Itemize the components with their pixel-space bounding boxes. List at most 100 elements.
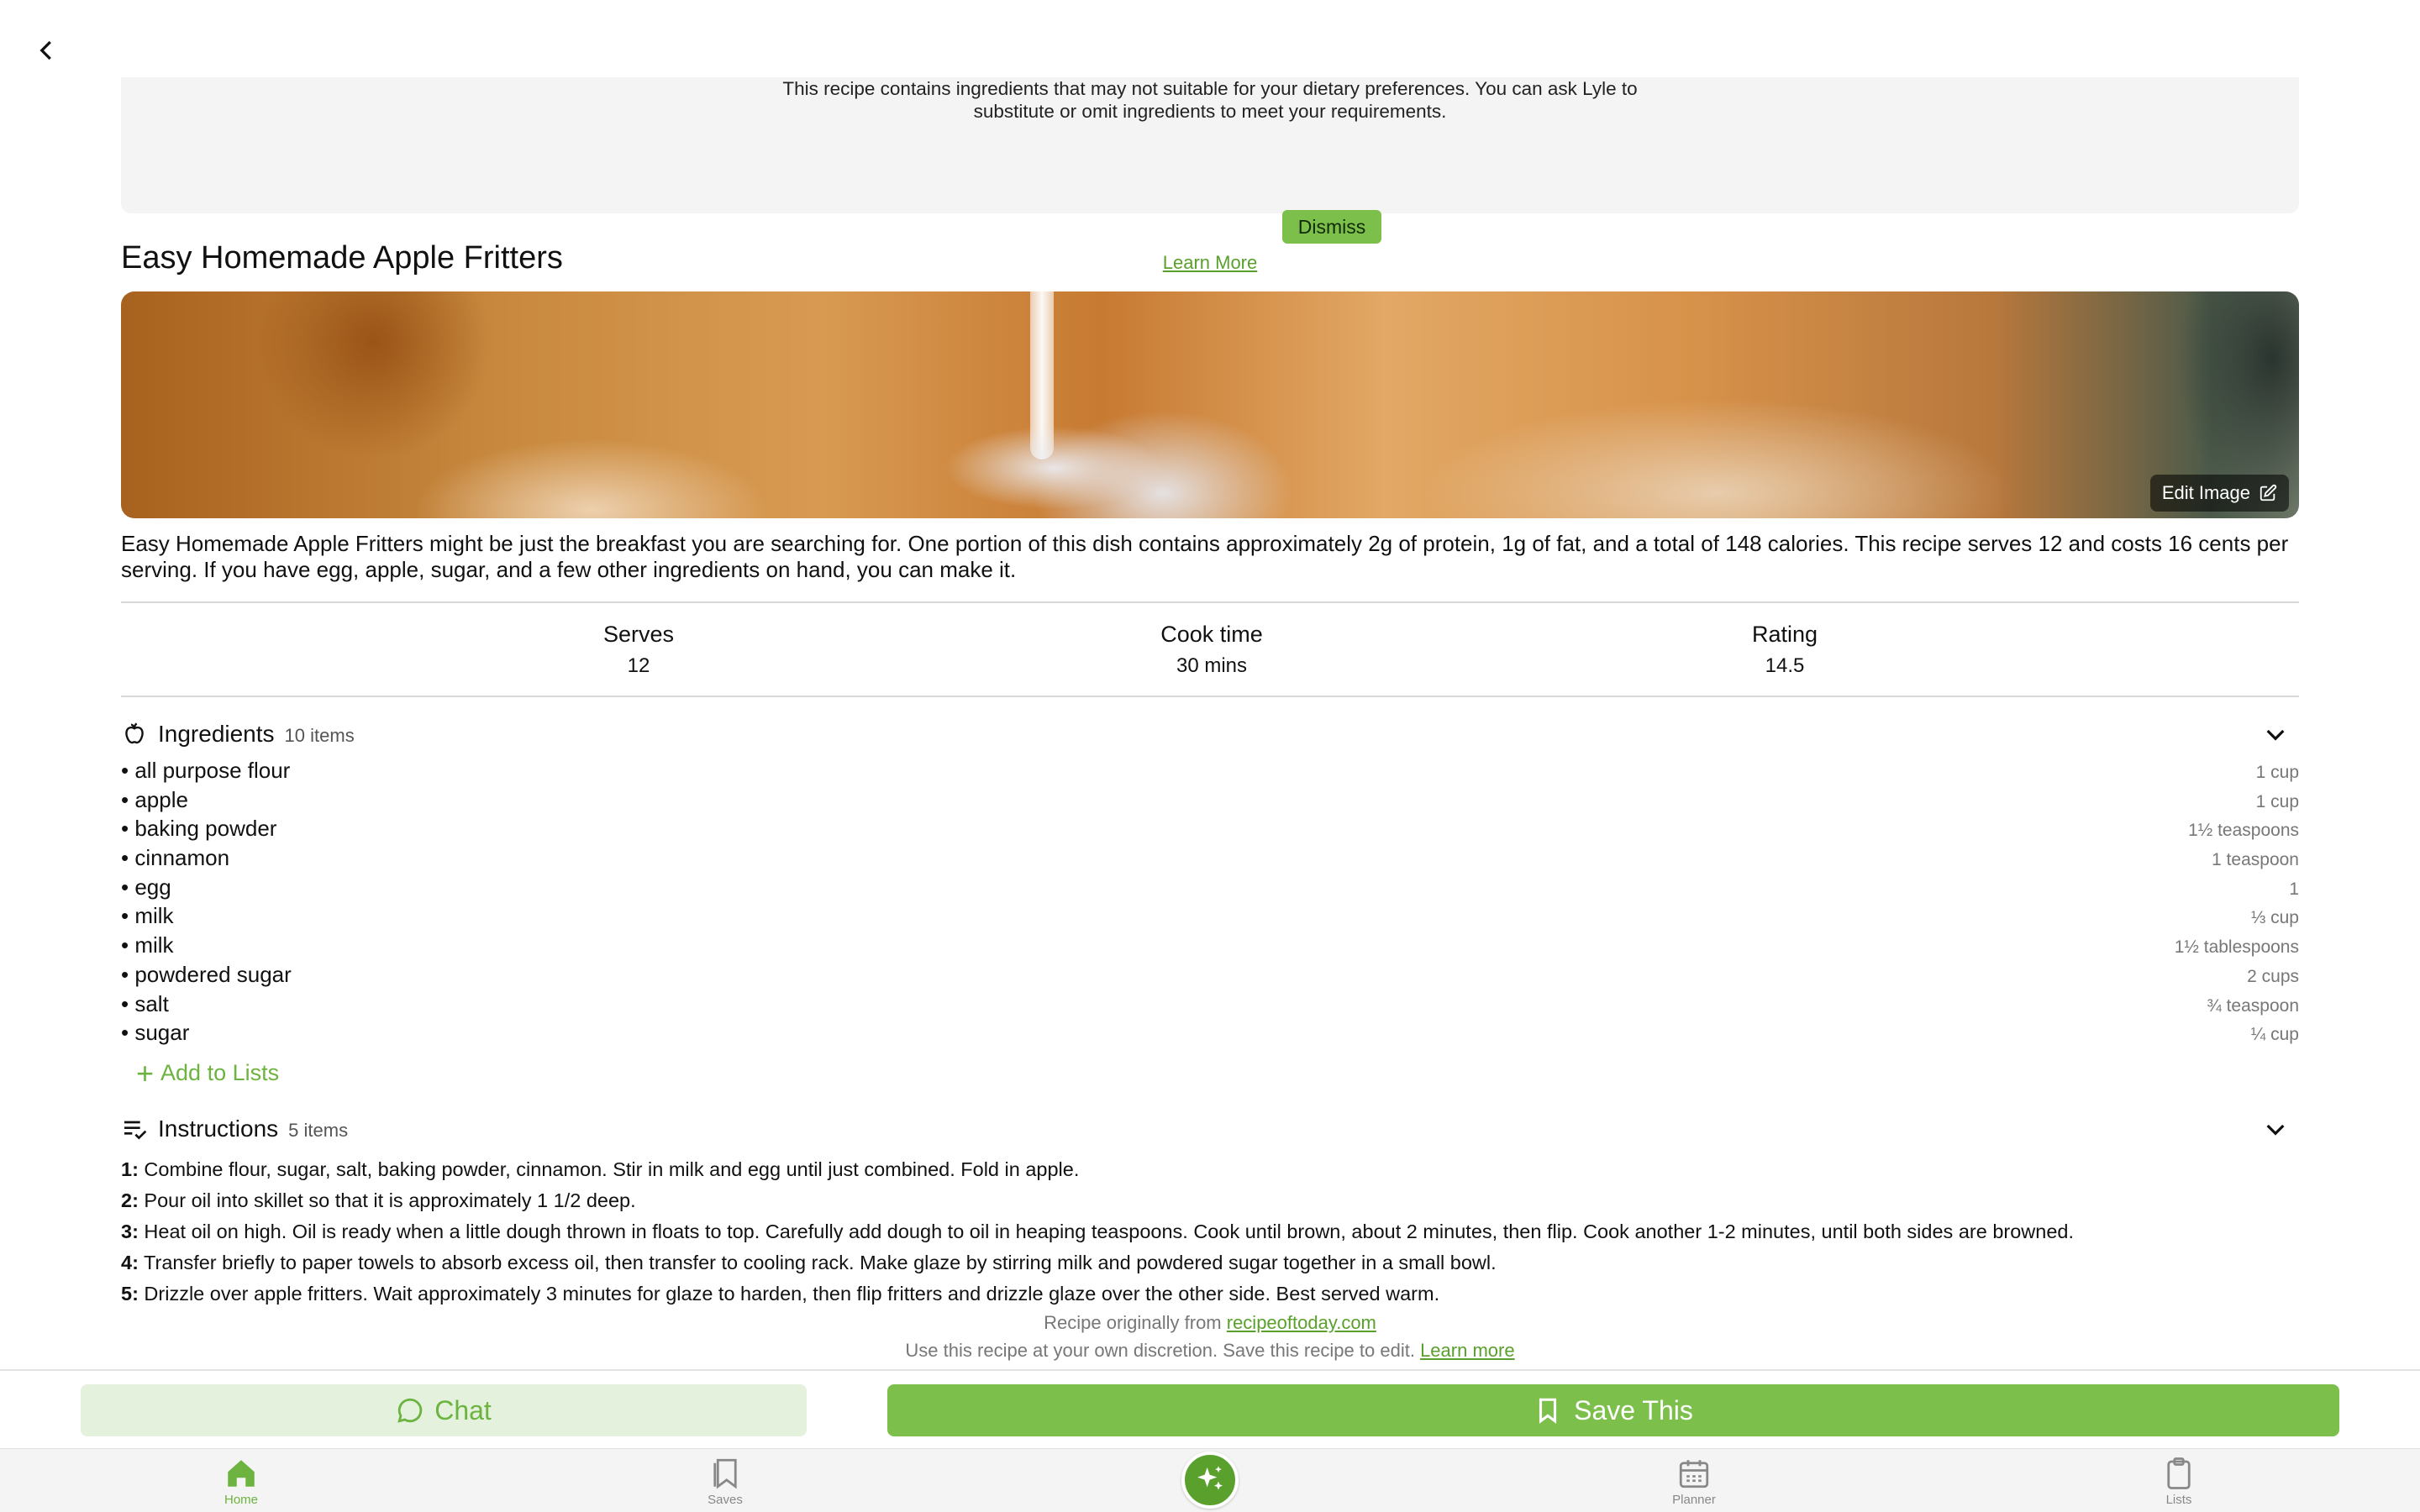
recipe-source-link[interactable]: recipeoftoday.com xyxy=(1227,1312,1376,1333)
instruction-step: 2: Pour oil into skillet so that it is a… xyxy=(121,1185,2299,1216)
ingredients-title: Ingredients xyxy=(158,721,275,747)
recipe-disclaimer: Use this recipe at your own discretion. … xyxy=(0,1340,2420,1362)
ingredient-quantity: 1 cup xyxy=(2255,763,2299,782)
list-item: salt ¾ teaspoon xyxy=(121,990,2299,1019)
tab-lists[interactable]: Lists xyxy=(2112,1456,2246,1507)
ingredient-quantity: 1 xyxy=(2289,879,2299,899)
calendar-icon xyxy=(1679,1460,1709,1488)
ingredient-name: egg xyxy=(121,874,171,900)
stat-cook-time: Cook time 30 mins xyxy=(1086,622,1338,678)
ingredient-quantity: 1½ teaspoons xyxy=(2188,821,2299,841)
ingredients-list: all purpose flour 1 cup apple 1 cup baking… xyxy=(121,756,2299,1047)
list-item: sugar ¼ cup xyxy=(121,1018,2299,1047)
step-number: 3: xyxy=(121,1221,139,1242)
step-number: 4: xyxy=(121,1252,139,1273)
save-this-button[interactable]: Save This xyxy=(887,1384,2339,1436)
recipe-source-prefix: Recipe originally from xyxy=(1044,1312,1227,1333)
step-text: Drizzle over apple fritters. Wait approx… xyxy=(138,1283,1440,1305)
list-item: baking powder 1½ teaspoons xyxy=(121,814,2299,843)
tab-planner-label: Planner xyxy=(1672,1493,1716,1507)
sparkles-icon xyxy=(1197,1466,1223,1490)
instruction-step: 1: Combine flour, sugar, salt, baking po… xyxy=(121,1154,2299,1185)
ingredient-name: sugar xyxy=(121,1020,189,1046)
divider xyxy=(121,696,2299,697)
chat-button[interactable]: Chat xyxy=(81,1384,807,1436)
recipe-hero-image: Edit Image xyxy=(121,291,2299,518)
step-number: 5: xyxy=(121,1283,139,1305)
ingredient-quantity: ⅓ cup xyxy=(2250,908,2299,928)
instruction-step: 4: Transfer briefly to paper towels to a… xyxy=(121,1247,2299,1278)
ingredient-quantity: 1 cup xyxy=(2255,791,2299,811)
checklist-icon xyxy=(124,1121,147,1140)
clipboard-icon xyxy=(2167,1457,2191,1489)
recipe-description: Easy Homemade Apple Fritters might be ju… xyxy=(121,531,2289,582)
home-icon xyxy=(228,1460,255,1487)
stat-rating-value: 14.5 xyxy=(1765,654,1805,677)
ingredient-name: powdered sugar xyxy=(121,962,291,988)
ingredient-name: salt xyxy=(121,991,168,1017)
tab-saves-label: Saves xyxy=(708,1493,743,1507)
tab-lists-label: Lists xyxy=(2165,1493,2192,1507)
step-number: 1: xyxy=(121,1158,139,1180)
plus-icon: + xyxy=(136,1055,155,1090)
step-number: 2: xyxy=(121,1189,139,1211)
stat-serves: Serves 12 xyxy=(513,622,765,678)
recipe-stats: Serves 12 Cook time 30 mins Rating 14.5 xyxy=(121,622,2299,689)
recipe-source: Recipe originally from recipeoftoday.com xyxy=(0,1312,2420,1334)
glaze-pool-shape xyxy=(944,426,1163,510)
ingredient-name: milk xyxy=(121,903,173,929)
dietary-warning-banner: This recipe contains ingredients that ma… xyxy=(121,77,2299,273)
tab-home[interactable]: Home xyxy=(174,1456,308,1507)
saves-icon xyxy=(713,1458,737,1489)
stat-rating-label: Rating xyxy=(1751,622,1818,647)
ingredients-count: 10 items xyxy=(284,725,355,746)
add-to-lists-label: Add to Lists xyxy=(160,1060,280,1085)
chevron-down-icon[interactable] xyxy=(2262,721,2289,748)
stat-rating: Rating 14.5 xyxy=(1659,622,1911,678)
dismiss-button[interactable]: Dismiss xyxy=(1282,210,1381,244)
list-item: all purpose flour 1 cup xyxy=(121,756,2299,785)
ingredient-name: apple xyxy=(121,787,188,813)
ingredient-quantity: 1½ tablespoons xyxy=(2174,937,2299,958)
instructions-list: 1: Combine flour, sugar, salt, baking po… xyxy=(121,1154,2299,1310)
ingredients-header[interactable]: Ingredients 10 items xyxy=(121,717,2299,751)
ai-assistant-button[interactable] xyxy=(1181,1452,1239,1509)
ingredient-name: baking powder xyxy=(121,816,276,842)
list-item: powdered sugar 2 cups xyxy=(121,960,2299,990)
edit-image-button[interactable]: Edit Image xyxy=(2149,475,2289,512)
stat-serves-value: 12 xyxy=(627,654,650,677)
ingredient-quantity: ¾ teaspoon xyxy=(2207,995,2299,1016)
ingredient-quantity: ¼ cup xyxy=(2250,1025,2299,1045)
recipe-title: Easy Homemade Apple Fritters xyxy=(121,240,563,276)
recipe-scroll-area[interactable]: This recipe contains ingredients that ma… xyxy=(0,0,2420,1369)
instructions-count: 5 items xyxy=(288,1120,349,1141)
tab-planner[interactable]: Planner xyxy=(1627,1456,1761,1507)
stat-cook-time-value: 30 mins xyxy=(1176,654,1248,677)
ingredient-name: cinnamon xyxy=(121,845,229,871)
disclaimer-learn-more-link[interactable]: Learn more xyxy=(1420,1340,1515,1361)
ingredient-quantity: 2 cups xyxy=(2247,966,2299,986)
chevron-down-icon[interactable] xyxy=(2262,1116,2289,1142)
instructions-title: Instructions xyxy=(158,1116,279,1142)
add-to-lists-button[interactable]: + Add to Lists xyxy=(136,1055,280,1090)
edit-image-label: Edit Image xyxy=(2161,482,2250,503)
list-item: egg 1 xyxy=(121,873,2299,902)
chat-label: Chat xyxy=(434,1394,492,1425)
dietary-warning-line-2: substitute or omit ingredients to meet y… xyxy=(973,101,1447,122)
edit-icon xyxy=(2260,484,2277,501)
back-button[interactable] xyxy=(30,34,64,67)
ingredient-quantity: 1 teaspoon xyxy=(2212,850,2299,870)
step-text: Pour oil into skillet so that it is appr… xyxy=(138,1189,636,1211)
stat-serves-label: Serves xyxy=(602,622,675,647)
tab-saves[interactable]: Saves xyxy=(658,1456,792,1507)
instructions-header[interactable]: Instructions 5 items xyxy=(121,1112,2299,1146)
dietary-warning-text: This recipe contains ingredients that ma… xyxy=(121,77,2299,123)
instruction-step: 3: Heat oil on high. Oil is ready when a… xyxy=(121,1216,2299,1247)
step-text: Transfer briefly to paper towels to abso… xyxy=(138,1252,1497,1273)
dietary-warning-line-1: This recipe contains ingredients that ma… xyxy=(782,78,1638,99)
divider xyxy=(121,601,2299,603)
action-bar: Chat Save This xyxy=(0,1369,2420,1448)
tab-home-label: Home xyxy=(224,1493,258,1507)
bookmark-icon xyxy=(1539,1398,1557,1424)
apple-icon xyxy=(125,722,144,744)
